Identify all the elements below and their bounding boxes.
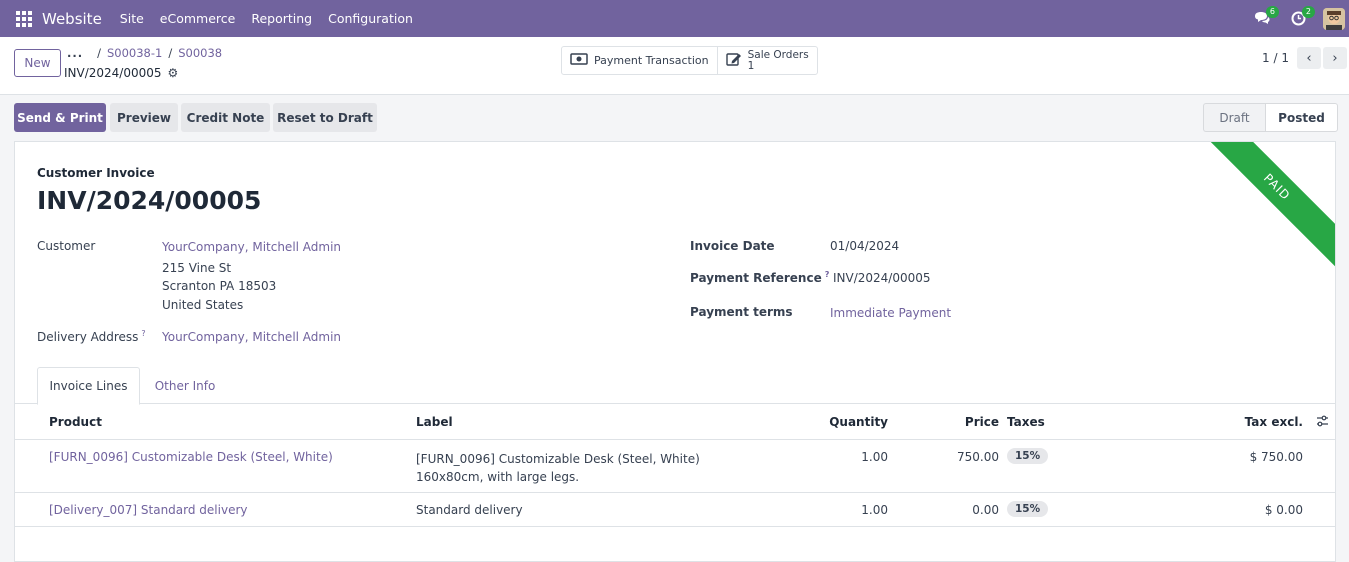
tax-badge: 15% xyxy=(1007,448,1049,464)
row-label: Standard delivery xyxy=(416,503,523,517)
pager-next-icon[interactable]: › xyxy=(1323,47,1347,69)
top-navbar: Website Site eCommerce Reporting Configu… xyxy=(0,0,1349,37)
table-row[interactable]: [FURN_0096] Customizable Desk (Steel, Wh… xyxy=(15,440,1335,493)
invoice-date-label: Invoice Date xyxy=(690,239,775,253)
reset-draft-button[interactable]: Reset to Draft xyxy=(273,103,377,132)
sliders-icon[interactable] xyxy=(1316,415,1329,431)
paid-ribbon: PAID xyxy=(1188,142,1335,276)
delivery-address-field[interactable]: YourCompany, Mitchell Admin xyxy=(162,330,341,344)
send-print-button[interactable]: Send & Print xyxy=(14,103,106,132)
systray: 6 2 xyxy=(1251,0,1349,37)
sale-orders-count: 1 xyxy=(747,59,755,72)
preview-button[interactable]: Preview xyxy=(110,103,178,132)
breadcrumb-more[interactable]: ... xyxy=(67,46,83,60)
row-price[interactable]: 0.00 xyxy=(972,503,999,517)
breadcrumb-separator: / xyxy=(168,46,173,60)
main-menu: Site eCommerce Reporting Configuration xyxy=(120,11,429,26)
page-title: INV/2024/00005 xyxy=(37,186,262,215)
help-icon[interactable]: ? xyxy=(141,329,145,338)
row-label-line: [FURN_0096] Customizable Desk (Steel, Wh… xyxy=(416,452,700,466)
col-tax-excl[interactable]: Tax excl. xyxy=(1245,415,1303,429)
breadcrumb-item[interactable]: S00038-1 xyxy=(107,46,162,60)
app-brand[interactable]: Website xyxy=(42,10,102,28)
invoice-date-field[interactable]: 01/04/2024 xyxy=(830,239,899,253)
table-row[interactable]: [Delivery_007] Standard delivery Standar… xyxy=(15,493,1335,527)
gear-icon[interactable]: ⚙ xyxy=(168,66,179,80)
col-product[interactable]: Product xyxy=(49,415,102,429)
status-draft[interactable]: Draft xyxy=(1203,103,1265,132)
status-posted[interactable]: Posted xyxy=(1265,103,1338,132)
menu-ecommerce[interactable]: eCommerce xyxy=(160,11,236,26)
chat-icon[interactable]: 6 xyxy=(1251,5,1279,30)
row-subtotal: $ 750.00 xyxy=(1249,450,1303,464)
row-subtotal: $ 0.00 xyxy=(1264,503,1303,517)
smart-buttons: Payment Transaction Sale Orders 1 xyxy=(561,46,818,75)
payment-transaction-button[interactable]: Payment Transaction xyxy=(562,47,717,74)
col-quantity[interactable]: Quantity xyxy=(829,415,888,429)
col-price[interactable]: Price xyxy=(965,415,999,429)
payment-reference-label-text: Payment Reference xyxy=(690,271,822,285)
row-taxes[interactable]: 15% xyxy=(1007,448,1049,464)
sale-orders-button[interactable]: Sale Orders 1 xyxy=(716,47,817,74)
help-icon[interactable]: ? xyxy=(825,270,830,279)
row-quantity[interactable]: 1.00 xyxy=(861,450,888,464)
pager-value[interactable]: 1 / 1 xyxy=(1262,51,1289,65)
row-product[interactable]: [Delivery_007] Standard delivery xyxy=(49,503,248,517)
menu-site[interactable]: Site xyxy=(120,11,144,26)
row-label: [FURN_0096] Customizable Desk (Steel, Wh… xyxy=(416,450,700,486)
action-bar: Send & Print Preview Credit Note Reset t… xyxy=(0,95,1349,141)
new-button[interactable]: New xyxy=(14,49,61,77)
row-label-line: 160x80cm, with large legs. xyxy=(416,470,580,484)
address-line: Scranton PA 18503 xyxy=(162,279,277,293)
row-taxes[interactable]: 15% xyxy=(1007,501,1049,517)
menu-configuration[interactable]: Configuration xyxy=(328,11,413,26)
apps-grid-icon[interactable] xyxy=(16,10,32,27)
avatar[interactable] xyxy=(1323,7,1345,30)
pager: 1 / 1 ‹ › xyxy=(1262,47,1349,69)
payment-terms-label: Payment terms xyxy=(690,305,793,319)
col-label[interactable]: Label xyxy=(416,415,453,429)
table-header: Product Label Quantity Price Taxes Tax e… xyxy=(15,404,1335,440)
control-panel: New ... / S00038-1 / S00038 INV/2024/000… xyxy=(0,37,1349,95)
customer-field[interactable]: YourCompany, Mitchell Admin xyxy=(162,240,341,254)
breadcrumb: ... / S00038-1 / S00038 xyxy=(67,46,222,60)
customer-label: Customer xyxy=(37,239,96,253)
payment-transaction-label: Payment Transaction xyxy=(594,54,709,67)
payment-terms-field[interactable]: Immediate Payment xyxy=(830,306,951,320)
col-taxes[interactable]: Taxes xyxy=(1007,415,1045,429)
delivery-address-label: Delivery Address? xyxy=(37,329,146,344)
pager-previous-icon[interactable]: ‹ xyxy=(1297,47,1321,69)
breadcrumb-item[interactable]: S00038 xyxy=(178,46,222,60)
sale-orders-label: Sale Orders xyxy=(747,48,809,61)
document-type: Customer Invoice xyxy=(37,166,155,180)
money-icon xyxy=(570,52,588,69)
payment-reference-label: Payment Reference? xyxy=(690,270,829,285)
sale-orders-text: Sale Orders 1 xyxy=(747,48,809,72)
row-product[interactable]: [FURN_0096] Customizable Desk (Steel, Wh… xyxy=(49,450,333,464)
menu-reporting[interactable]: Reporting xyxy=(251,11,312,26)
address-line: 215 Vine St xyxy=(162,261,232,275)
clock-icon[interactable]: 2 xyxy=(1287,5,1315,30)
notebook-tabs: Invoice Lines Other Info xyxy=(15,367,1335,405)
row-quantity[interactable]: 1.00 xyxy=(861,503,888,517)
delivery-address-label-text: Delivery Address xyxy=(37,330,139,344)
messages-badge: 6 xyxy=(1265,5,1279,18)
record-title: INV/2024/00005 ⚙ xyxy=(64,66,178,80)
tab-other-info[interactable]: Other Info xyxy=(141,367,229,404)
tax-badge: 15% xyxy=(1007,501,1049,517)
status-bar: Draft Posted xyxy=(1203,103,1338,132)
payment-reference-field[interactable]: INV/2024/00005 xyxy=(833,271,931,285)
row-price[interactable]: 750.00 xyxy=(957,450,999,464)
record-name: INV/2024/00005 xyxy=(64,66,162,80)
tab-invoice-lines[interactable]: Invoice Lines xyxy=(37,367,140,405)
edit-icon xyxy=(725,51,742,71)
address-line: United States xyxy=(162,298,244,312)
form-sheet: PAID Customer Invoice INV/2024/00005 Cus… xyxy=(14,141,1336,562)
breadcrumb-separator: / xyxy=(97,46,101,60)
credit-note-button[interactable]: Credit Note xyxy=(181,103,270,132)
activities-badge: 2 xyxy=(1301,5,1315,18)
